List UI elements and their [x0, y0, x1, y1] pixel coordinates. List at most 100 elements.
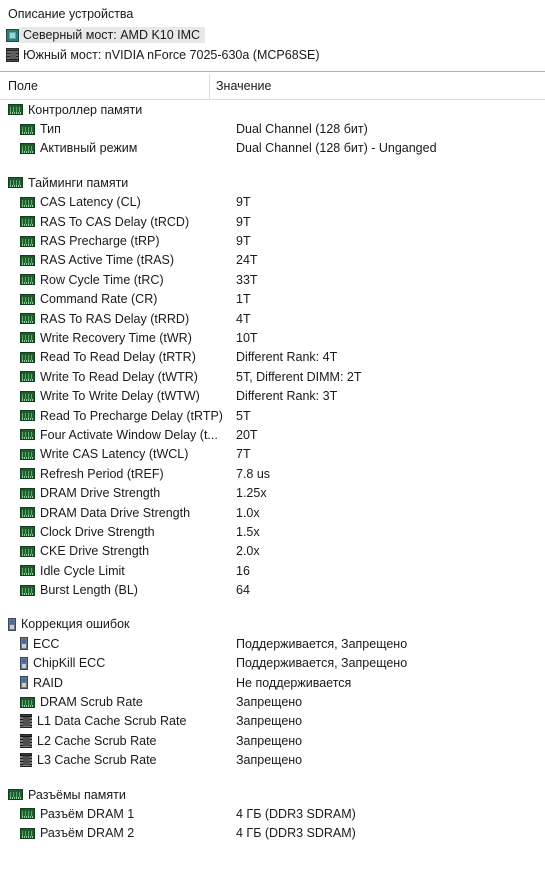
table-row[interactable]: DRAM Drive Strength 1.25x: [0, 483, 545, 502]
value-cell: 9T: [236, 234, 251, 249]
table-group-row[interactable]: Коррекция ошибок: [0, 615, 545, 634]
field-label: Idle Cycle Limit: [40, 563, 125, 578]
ecc-chip-icon: [20, 656, 28, 670]
table-row[interactable]: DRAM Data Drive Strength 1.0x: [0, 503, 545, 522]
dimm-icon: [20, 526, 35, 538]
device-row[interactable]: Северный мост: AMD K10 IMC: [0, 25, 545, 45]
table-group-row[interactable]: Тайминги памяти: [0, 173, 545, 192]
table-row[interactable]: Разъём DRAM 1 4 ГБ (DDR3 SDRAM): [0, 804, 545, 823]
table-row[interactable]: ECC Поддерживается, Запрещено: [0, 634, 545, 653]
table-row[interactable]: L3 Cache Scrub Rate Запрещено: [0, 751, 545, 770]
table-row[interactable]: ChipKill ECC Поддерживается, Запрещено: [0, 654, 545, 673]
value-cell: 9T: [236, 195, 251, 210]
table-row[interactable]: Write To Read Delay (tWTR) 5T, Different …: [0, 367, 545, 386]
field-cell: Write To Write Delay (tWTW): [0, 389, 236, 403]
device-list: Северный мост: AMD K10 IMC Южный мост: nV…: [0, 25, 545, 65]
field-label: RAID: [33, 675, 63, 690]
dimm-icon: [20, 390, 35, 402]
device-row[interactable]: Южный мост: nVIDIA nForce 7025-630a (MCP…: [0, 45, 545, 65]
field-cell: L1 Data Cache Scrub Rate: [0, 714, 236, 729]
field-cell: CAS Latency (CL): [0, 195, 236, 209]
table-row[interactable]: CKE Drive Strength 2.0x: [0, 542, 545, 561]
field-cell: Разъём DRAM 1: [0, 807, 236, 821]
table-row[interactable]: RAS To RAS Delay (tRRD) 4T: [0, 309, 545, 328]
table-row[interactable]: Read To Read Delay (tRTR) Different Rank:…: [0, 348, 545, 367]
value-cell: 24T: [236, 253, 258, 268]
field-label: ChipKill ECC: [33, 656, 106, 671]
table-row[interactable]: Refresh Period (tREF) 7.8 us: [0, 464, 545, 483]
column-divider[interactable]: [209, 74, 210, 99]
column-header-value[interactable]: Значение: [216, 79, 271, 93]
field-label: Read To Read Delay (tRTR): [40, 350, 196, 365]
value-cell: 4 ГБ (DDR3 SDRAM): [236, 806, 356, 821]
table-group-row[interactable]: Разъёмы памяти: [0, 785, 545, 804]
field-label: Активный режим: [40, 141, 138, 156]
table-row[interactable]: Активный режим Dual Channel (128 бит) - U…: [0, 139, 545, 158]
field-cell: RAS Active Time (tRAS): [0, 253, 236, 267]
field-cell: RAS To CAS Delay (tRCD): [0, 215, 236, 229]
table-row[interactable]: Burst Length (BL) 64: [0, 580, 545, 599]
field-label: Тип: [40, 122, 61, 137]
table-row[interactable]: Write CAS Latency (tWCL) 7T: [0, 445, 545, 464]
column-header-field[interactable]: Поле: [8, 79, 38, 93]
table-row[interactable]: Clock Drive Strength 1.5x: [0, 522, 545, 541]
northbridge-chip-icon: [6, 28, 19, 42]
field-cell: Write To Read Delay (tWTR): [0, 370, 236, 384]
table-row[interactable]: Разъём DRAM 2 4 ГБ (DDR3 SDRAM): [0, 824, 545, 843]
field-label: L2 Cache Scrub Rate: [37, 733, 157, 748]
value-cell: 64: [236, 583, 250, 598]
field-cell: Write CAS Latency (tWCL): [0, 447, 236, 461]
value-cell: 2.0x: [236, 544, 260, 559]
dimm-icon: [8, 789, 23, 801]
table-group-row[interactable]: Контроллер памяти: [0, 100, 545, 119]
table-row[interactable]: Command Rate (CR) 1T: [0, 290, 545, 309]
field-cell: Burst Length (BL): [0, 583, 236, 597]
field-label: CAS Latency (CL): [40, 195, 141, 210]
field-cell: Four Activate Window Delay (t...: [0, 428, 236, 442]
field-cell: L2 Cache Scrub Rate: [0, 733, 236, 748]
table-row[interactable]: Idle Cycle Limit 16: [0, 561, 545, 580]
table-row[interactable]: RAS Precharge (tRP) 9T: [0, 231, 545, 250]
dimm-icon: [8, 177, 23, 189]
field-label: RAS Precharge (tRP): [40, 234, 160, 249]
field-label: ECC: [33, 636, 60, 651]
field-cell: DRAM Drive Strength: [0, 486, 236, 500]
table-row[interactable]: Four Activate Window Delay (t... 20T: [0, 425, 545, 444]
table-row[interactable]: CAS Latency (CL) 9T: [0, 193, 545, 212]
table-row[interactable]: RAID Не поддерживается: [0, 673, 545, 692]
device-row-label: Южный мост: nVIDIA nForce 7025-630a (MCP…: [23, 48, 320, 62]
dimm-icon: [20, 565, 35, 577]
table-row[interactable]: L1 Data Cache Scrub Rate Запрещено: [0, 712, 545, 731]
field-cell: RAID: [0, 676, 236, 690]
value-cell: 4 ГБ (DDR3 SDRAM): [236, 826, 356, 841]
value-cell: Поддерживается, Запрещено: [236, 636, 408, 651]
dimm-icon: [20, 584, 35, 596]
device-row-label: Северный мост: AMD K10 IMC: [19, 27, 206, 43]
field-cell: Активный режим: [0, 141, 236, 155]
table-row[interactable]: Тип Dual Channel (128 бит): [0, 119, 545, 138]
table-row[interactable]: RAS To CAS Delay (tRCD) 9T: [0, 212, 545, 231]
dimm-icon: [20, 196, 35, 208]
value-cell: 16: [236, 563, 250, 578]
value-cell: 1.0x: [236, 505, 260, 520]
value-cell: Не поддерживается: [236, 675, 352, 690]
table-row[interactable]: L2 Cache Scrub Rate Запрещено: [0, 731, 545, 750]
field-label: Burst Length (BL): [40, 583, 138, 598]
table-row[interactable]: Write To Write Delay (tWTW) Different Ran…: [0, 386, 545, 405]
value-cell: Запрещено: [236, 753, 303, 768]
table-row[interactable]: Write Recovery Time (tWR) 10T: [0, 328, 545, 347]
value-cell: Different Rank: 4T: [236, 350, 338, 365]
dimm-icon: [20, 142, 35, 154]
table-row[interactable]: RAS Active Time (tRAS) 24T: [0, 251, 545, 270]
grid-header: Поле Значение: [0, 72, 545, 100]
cache-chip-icon: [20, 733, 32, 748]
value-cell: 1T: [236, 292, 251, 307]
field-label: L1 Data Cache Scrub Rate: [37, 714, 187, 729]
cache-chip-icon: [20, 753, 32, 768]
dimm-icon: [20, 254, 35, 266]
table-row[interactable]: DRAM Scrub Rate Запрещено: [0, 692, 545, 711]
table-row[interactable]: Read To Precharge Delay (tRTP) 5T: [0, 406, 545, 425]
table-row[interactable]: Row Cycle Time (tRC) 33T: [0, 270, 545, 289]
value-cell: 4T: [236, 311, 251, 326]
